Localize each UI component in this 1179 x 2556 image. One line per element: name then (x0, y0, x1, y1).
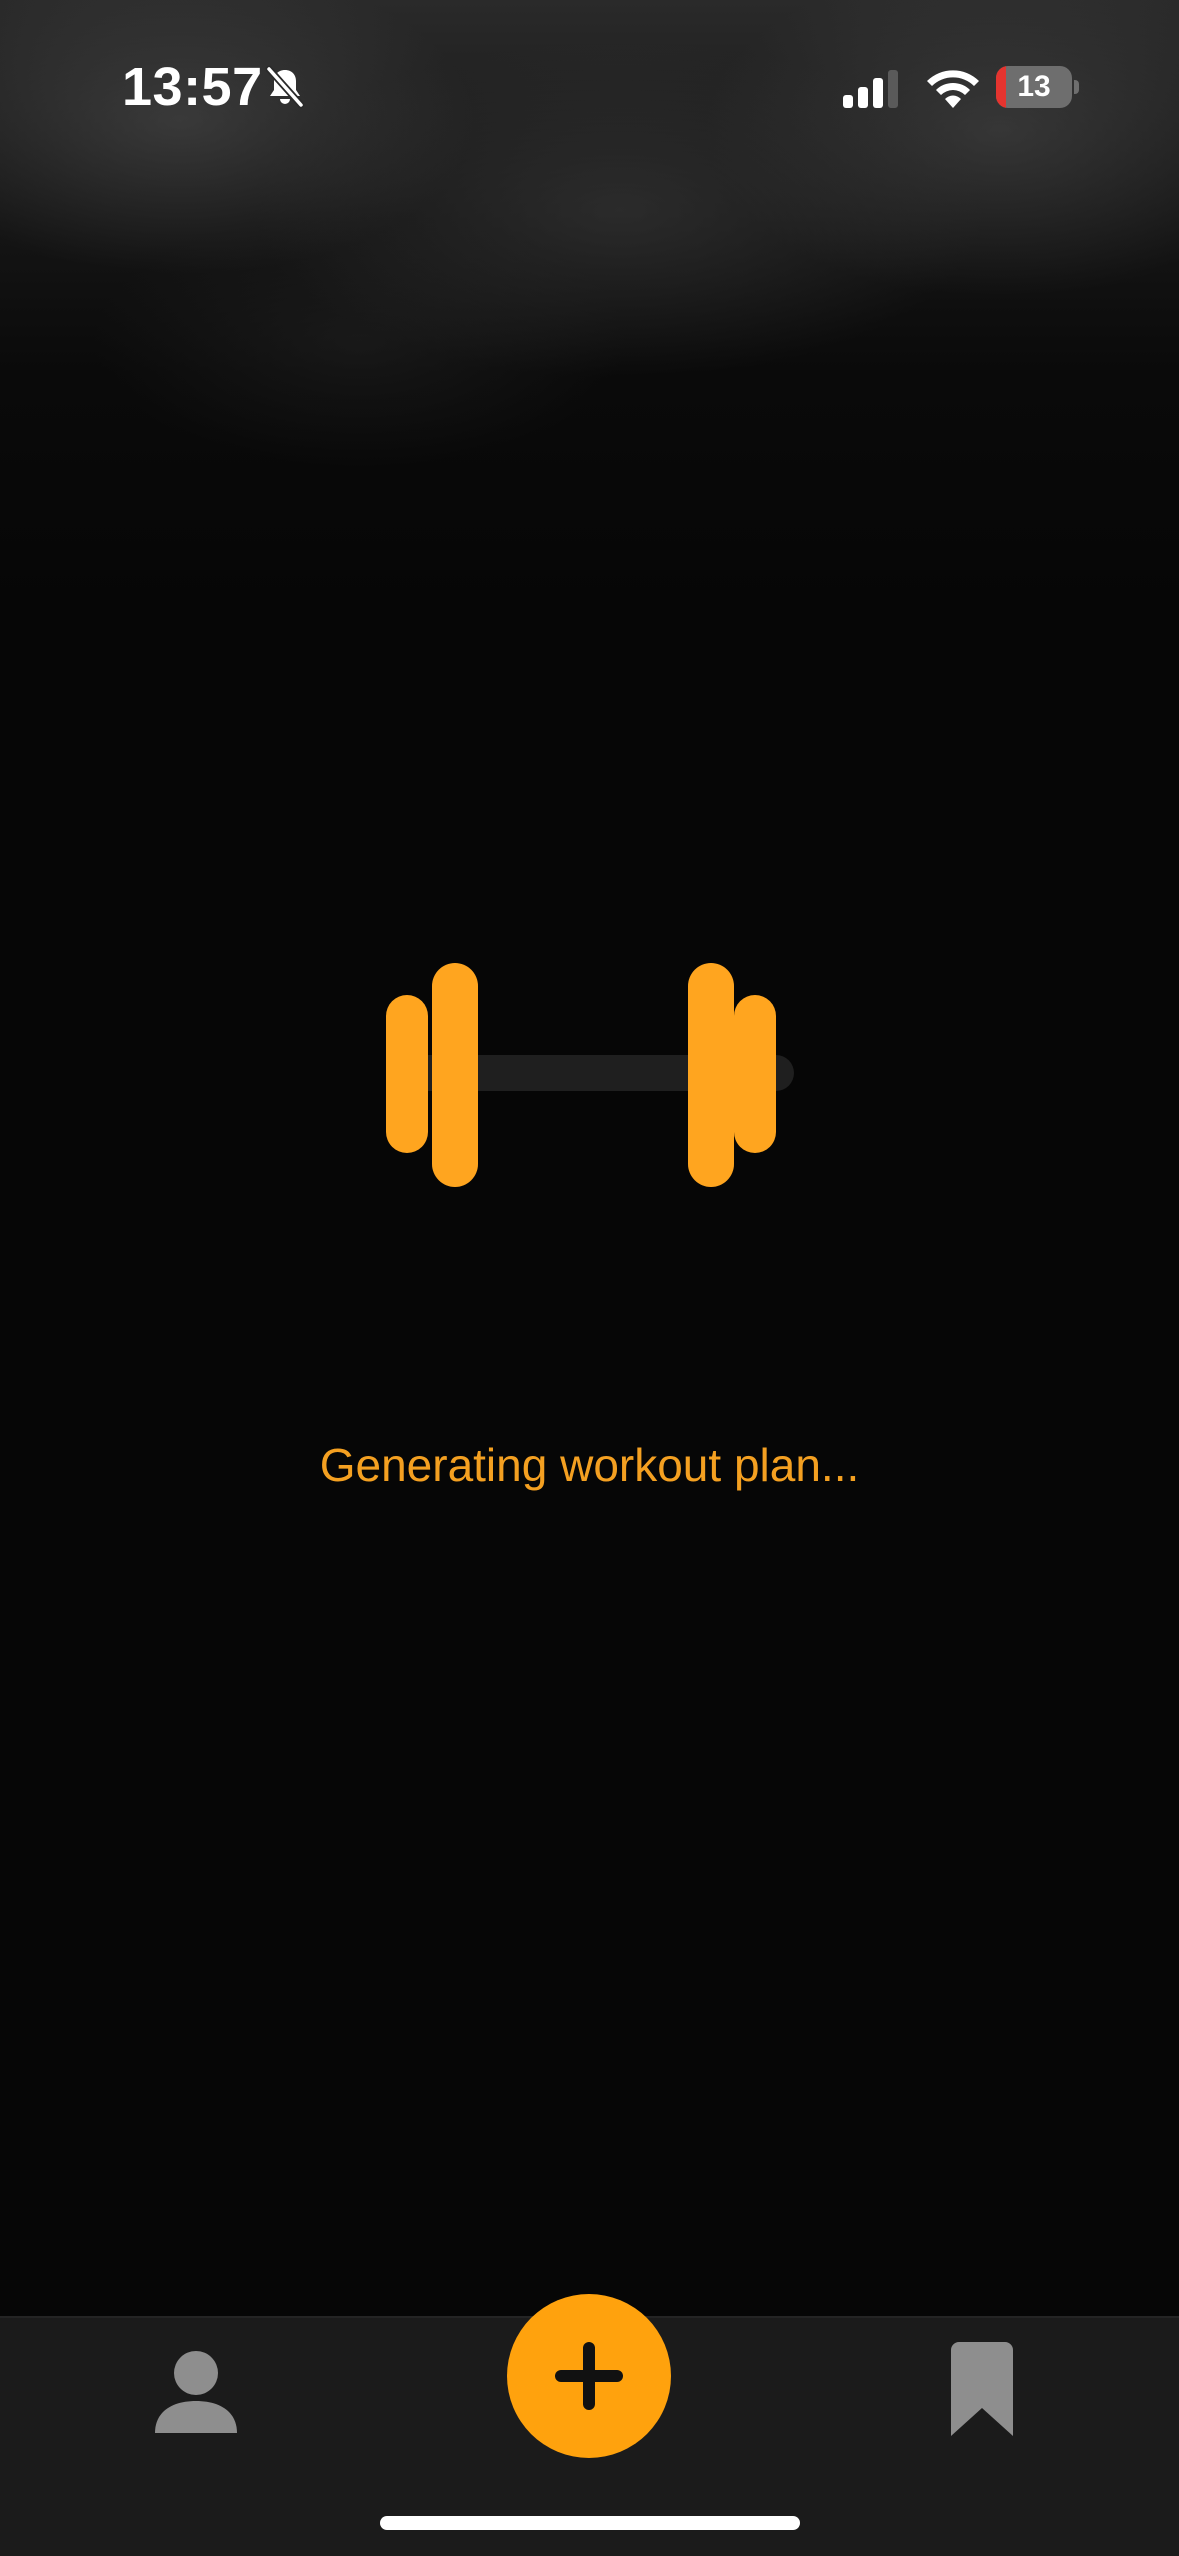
add-workout-button[interactable] (507, 2294, 671, 2458)
bookmark-icon (951, 2342, 1013, 2436)
cellular-signal-icon (843, 70, 898, 108)
profile-tab-button[interactable] (146, 2340, 246, 2440)
battery-icon: 13 (996, 66, 1079, 108)
status-bar: 13:57 13 (0, 0, 1179, 170)
status-time: 13:57 (122, 57, 263, 117)
dumbbell-icon (386, 963, 794, 1187)
battery-cap (1074, 80, 1079, 94)
home-indicator[interactable] (380, 2516, 800, 2530)
saved-tab-button[interactable] (932, 2335, 1032, 2445)
battery-body: 13 (996, 66, 1072, 108)
bell-slash-icon (265, 65, 305, 109)
app-screen: 13:57 13 Generating workout plan... (0, 0, 1179, 2556)
wifi-icon (927, 70, 979, 108)
person-icon (155, 2351, 237, 2433)
battery-level: 13 (1017, 70, 1051, 103)
plus-icon (555, 2342, 623, 2410)
loading-message: Generating workout plan... (319, 1439, 860, 1491)
